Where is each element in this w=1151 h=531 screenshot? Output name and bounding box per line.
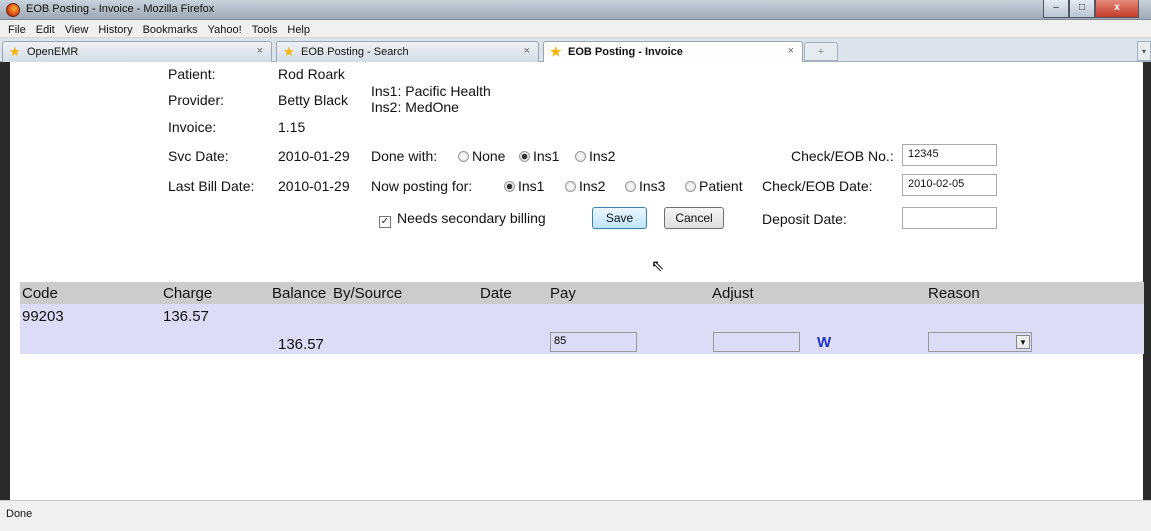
radio-icon xyxy=(625,181,636,192)
status-text: Done xyxy=(6,508,33,520)
invoice-label: Invoice: xyxy=(168,119,217,135)
provider-label: Provider: xyxy=(168,92,225,108)
col-balance: Balance xyxy=(272,285,327,302)
write-off-link[interactable]: W xyxy=(817,334,831,351)
radio-checked-icon xyxy=(504,181,515,192)
menu-bookmarks[interactable]: Bookmarks xyxy=(137,22,202,36)
done-with-ins2[interactable]: Ins2 xyxy=(575,148,615,164)
check-no-label: Check/EOB No.: xyxy=(791,148,894,164)
menu-bar: File Edit View History Bookmarks Yahoo! Tools H… xyxy=(0,20,1151,38)
tab-eob-search[interactable]: ★ EOB Posting - Search × xyxy=(276,41,539,62)
svc-date: 2010-01-29 xyxy=(278,148,350,164)
save-button[interactable]: Save xyxy=(592,207,647,229)
check-date-label: Check/EOB Date: xyxy=(762,178,873,194)
menu-history[interactable]: History xyxy=(92,22,136,36)
secondary-billing-checkbox[interactable]: ✓ Needs secondary billing xyxy=(379,210,546,228)
tab-bar: ★ OpenEMR × ★ EOB Posting - Search × ★ E… xyxy=(0,38,1151,63)
col-reason: Reason xyxy=(928,285,980,302)
col-code: Code xyxy=(22,285,58,302)
invoice-number: 1.15 xyxy=(278,119,306,135)
posting-for-ins2[interactable]: Ins2 xyxy=(565,178,605,194)
page-content: Patient: Rod Roark Provider: Betty Black… xyxy=(10,62,1144,500)
col-date: Date xyxy=(480,285,512,302)
menu-help[interactable]: Help xyxy=(281,22,314,36)
radio-icon xyxy=(685,181,696,192)
done-with-label: Done with: xyxy=(371,148,438,164)
dropdown-arrow-icon: ▼ xyxy=(1016,335,1030,349)
row-balance: 136.57 xyxy=(278,336,324,353)
col-by-source: By/Source xyxy=(333,285,403,302)
adjust-input[interactable] xyxy=(713,332,800,352)
reason-select[interactable]: ▼ xyxy=(928,332,1032,352)
window-controls: – □ x xyxy=(1043,0,1139,18)
ins1-text: Ins1: Pacific Health xyxy=(371,83,491,99)
col-pay: Pay xyxy=(550,285,576,302)
tab-close-icon[interactable]: × xyxy=(257,45,263,57)
tab-openemr[interactable]: ★ OpenEMR × xyxy=(2,41,272,62)
radio-icon xyxy=(575,151,586,162)
posting-for-patient[interactable]: Patient xyxy=(685,178,743,194)
window-title: EOB Posting - Invoice - Mozilla Firefox xyxy=(26,3,215,15)
menu-tools[interactable]: Tools xyxy=(246,22,282,36)
menu-edit[interactable]: Edit xyxy=(30,22,59,36)
radio-checked-icon xyxy=(519,151,530,162)
row-charge: 136.57 xyxy=(163,308,209,325)
pay-input[interactable]: 85 xyxy=(550,332,637,352)
provider-name: Betty Black xyxy=(278,92,349,108)
posting-for-ins1[interactable]: Ins1 xyxy=(504,178,544,194)
deposit-date-input[interactable] xyxy=(902,207,997,229)
firefox-logo-icon xyxy=(6,3,20,17)
tab-label: EOB Posting - Invoice xyxy=(568,46,683,58)
patient-label: Patient: xyxy=(168,66,216,82)
menu-yahoo[interactable]: Yahoo! xyxy=(202,22,246,36)
cancel-button[interactable]: Cancel xyxy=(664,207,724,229)
patient-name: Rod Roark xyxy=(278,66,345,82)
last-bill-date-label: Last Bill Date: xyxy=(168,178,255,194)
last-bill-date: 2010-01-29 xyxy=(278,178,350,194)
list-all-tabs-button[interactable]: ▾ xyxy=(1137,41,1151,61)
tab-eob-invoice[interactable]: ★ EOB Posting - Invoice × xyxy=(543,41,803,63)
radio-icon xyxy=(458,151,469,162)
posting-for-label: Now posting for: xyxy=(371,178,473,194)
check-date-input[interactable]: 2010-02-05 xyxy=(902,174,997,196)
mouse-cursor-icon: ⇖ xyxy=(651,258,665,275)
tab-close-icon[interactable]: × xyxy=(788,45,794,57)
check-no-input[interactable]: 12345 xyxy=(902,144,997,166)
close-window-button[interactable]: x xyxy=(1095,0,1139,18)
menu-file[interactable]: File xyxy=(0,22,30,36)
window-titlebar: EOB Posting - Invoice - Mozilla Firefox … xyxy=(0,0,1151,20)
minimize-button[interactable]: – xyxy=(1043,0,1069,18)
menu-view[interactable]: View xyxy=(59,22,93,36)
row-code: 99203 xyxy=(22,308,64,325)
maximize-button[interactable]: □ xyxy=(1069,0,1095,18)
status-bar: Done xyxy=(0,500,1151,531)
svc-date-label: Svc Date: xyxy=(168,148,229,164)
radio-icon xyxy=(565,181,576,192)
bookmark-star-icon: ★ xyxy=(550,44,562,59)
bookmark-star-icon: ★ xyxy=(283,44,295,59)
done-with-none[interactable]: None xyxy=(458,148,505,164)
new-tab-button[interactable]: + xyxy=(804,42,838,61)
done-with-ins1[interactable]: Ins1 xyxy=(519,148,559,164)
tab-label: EOB Posting - Search xyxy=(301,46,409,58)
bookmark-star-icon: ★ xyxy=(9,44,21,59)
deposit-date-label: Deposit Date: xyxy=(762,211,847,227)
posting-for-ins3[interactable]: Ins3 xyxy=(625,178,665,194)
tab-close-icon[interactable]: × xyxy=(524,45,530,57)
ins2-text: Ins2: MedOne xyxy=(371,99,459,115)
col-charge: Charge xyxy=(163,285,213,302)
tab-label: OpenEMR xyxy=(27,46,79,58)
col-adjust: Adjust xyxy=(712,285,754,302)
checkbox-checked-icon: ✓ xyxy=(379,216,391,228)
